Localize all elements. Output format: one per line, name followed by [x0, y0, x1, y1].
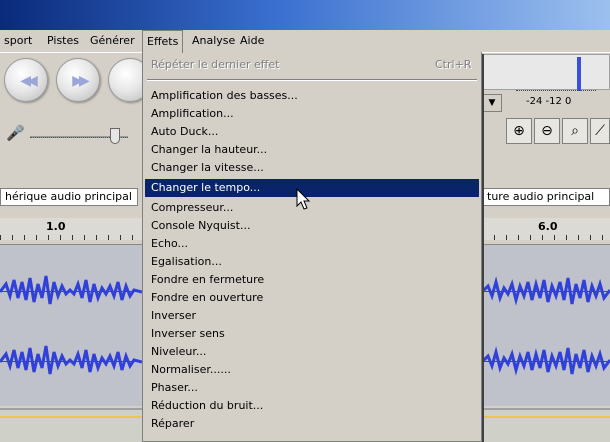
menu-item-fade-out[interactable]: Fondre en fermeture — [145, 271, 479, 289]
menu-separator — [147, 79, 477, 81]
waveform-channel-1-right — [482, 276, 610, 306]
skip-to-start-button[interactable]: ◀◀ — [4, 58, 48, 102]
menu-item-bass-boost[interactable]: Amplification des basses... — [145, 87, 479, 105]
menu-item-change-tempo[interactable]: Changer le tempo... — [145, 179, 479, 197]
right-track-name-field[interactable]: ture audio principal — [482, 188, 610, 206]
repeat-effect-shortcut: Ctrl+R — [435, 58, 472, 71]
menu-item-noise-removal[interactable]: Réduction du bruit... — [145, 397, 479, 415]
menu-effets[interactable]: Effets — [142, 30, 184, 53]
track-bottom-right — [482, 408, 610, 442]
timeline-ruler-left[interactable]: 1.0 — [0, 218, 142, 240]
meter-ticks — [516, 90, 596, 94]
menu-analyse[interactable]: Analyse — [188, 30, 239, 52]
menu-item-normalize[interactable]: Normaliser...... — [145, 361, 479, 379]
menu-generer[interactable]: Générer — [86, 30, 139, 52]
zoom-in-button[interactable]: ⊕ — [506, 118, 532, 144]
meter-dropdown-button[interactable]: ▼ — [482, 94, 502, 112]
waveform-channel-1 — [0, 275, 142, 305]
zoom-out-button[interactable]: ⊖ — [534, 118, 560, 144]
menu-item-echo[interactable]: Echo... — [145, 235, 479, 253]
timeline-ruler-right[interactable]: 6.0 — [482, 218, 610, 240]
menu-item-phaser[interactable]: Phaser... — [145, 379, 479, 397]
menu-aide[interactable]: Aide — [236, 30, 268, 52]
zoom-project-icon: ⟋ — [595, 123, 605, 139]
menu-item-change-pitch[interactable]: Changer la hauteur... — [145, 141, 479, 159]
waveform-channel-2-right — [482, 346, 610, 376]
microphone-icon: 🎤 — [6, 124, 25, 142]
input-volume-thumb[interactable] — [110, 128, 120, 144]
menu-transport[interactable]: sport — [0, 30, 36, 52]
meter-display — [476, 54, 610, 91]
ruler-label-right: 6.0 — [538, 220, 558, 233]
menu-item-leveller[interactable]: Niveleur... — [145, 343, 479, 361]
ruler-ticks-left — [0, 235, 142, 240]
track-bottom-left — [0, 408, 142, 442]
menu-bar: sport Pistes Générer Effets Analyse Aide — [0, 30, 610, 53]
ruler-ticks-right — [482, 235, 610, 240]
effects-dropdown-menu: Répéter le dernier effet Ctrl+R Amplific… — [142, 52, 482, 442]
menu-item-reverse[interactable]: Inverser sens — [145, 325, 479, 343]
fit-selection-button[interactable]: ⌕ — [562, 118, 588, 144]
menu-item-auto-duck[interactable]: Auto Duck... — [145, 123, 479, 141]
zoom-fit-icon: ⌕ — [571, 123, 579, 139]
menu-pistes[interactable]: Pistes — [43, 30, 83, 52]
fit-project-button[interactable]: ⟋ — [590, 118, 610, 144]
skip-start-icon: ◀◀ — [20, 73, 38, 89]
meter-scale-labels: -24 -12 0 — [526, 96, 572, 107]
skip-end-icon: ▶▶ — [72, 73, 90, 89]
repeat-effect-label: Répéter le dernier effet — [151, 58, 280, 71]
zoom-out-icon: ⊖ — [541, 123, 553, 139]
skip-to-end-button[interactable]: ▶▶ — [56, 58, 100, 102]
menu-item-repair[interactable]: Réparer — [145, 415, 479, 433]
left-track-name-field[interactable]: hérique audio principal — [0, 188, 138, 206]
window-title-bar — [0, 0, 610, 30]
mouse-cursor-icon — [296, 188, 311, 210]
menu-item-equalization[interactable]: Egalisation... — [145, 253, 479, 271]
zoom-in-icon: ⊕ — [513, 123, 525, 139]
waveform-track-left[interactable] — [0, 244, 142, 406]
menu-item-compressor[interactable]: Compresseur... — [145, 199, 479, 217]
selection-line-right — [482, 416, 610, 418]
meter-level-bars — [577, 57, 581, 91]
menu-item-nyquist-prompt[interactable]: Console Nyquist... — [145, 217, 479, 235]
menu-item-change-speed[interactable]: Changer la vitesse... — [145, 159, 479, 177]
menu-item-invert[interactable]: Inverser — [145, 307, 479, 325]
menu-item-repeat-last-effect: Répéter le dernier effet Ctrl+R — [145, 56, 479, 74]
waveform-channel-2 — [0, 345, 142, 375]
waveform-track-right[interactable] — [482, 244, 610, 406]
menu-item-amplify[interactable]: Amplification... — [145, 105, 479, 123]
level-meter: ▼ -24 -12 0 — [476, 52, 610, 162]
ruler-label-left: 1.0 — [46, 220, 66, 233]
selection-line-left — [0, 416, 142, 418]
menu-item-fade-in[interactable]: Fondre en ouverture — [145, 289, 479, 307]
